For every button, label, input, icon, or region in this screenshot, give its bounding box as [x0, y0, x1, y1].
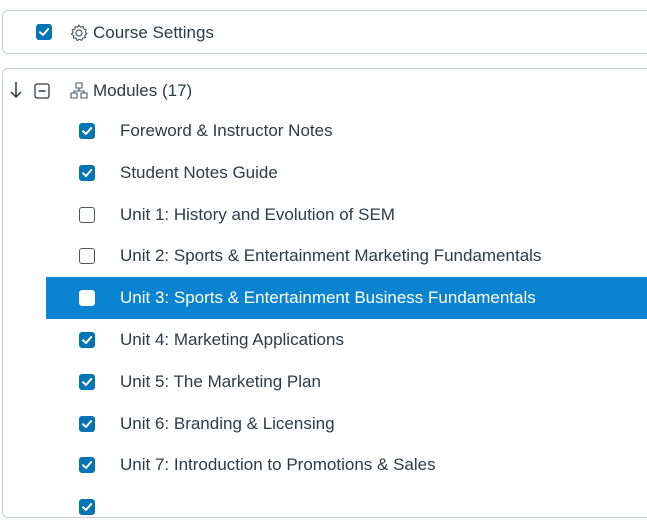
module-checkbox[interactable]: [79, 415, 95, 432]
checkmark-icon: [82, 336, 93, 344]
module-row[interactable]: [46, 486, 647, 528]
gear-icon: [69, 23, 89, 48]
arrow-down-icon[interactable]: [9, 79, 23, 106]
module-checkbox[interactable]: [79, 499, 95, 516]
checkmark-icon: [39, 28, 50, 36]
checkmark-icon: [82, 168, 93, 177]
checkmark-icon: [82, 377, 93, 386]
module-label: Foreword & Instructor Notes: [120, 121, 333, 140]
module-checkbox[interactable]: [79, 332, 95, 348]
module-label: Unit 5: The Marketing Plan: [120, 371, 321, 391]
module-checkbox[interactable]: [79, 123, 95, 139]
module-label: Unit 1: History and Evolution of SEM: [120, 204, 395, 224]
module-row[interactable]: Unit 5: The Marketing Plan: [46, 361, 647, 403]
module-row[interactable]: Unit 6: Branding & Licensing: [46, 403, 647, 445]
module-row[interactable]: Unit 1: History and Evolution of SEM: [46, 194, 647, 236]
checkmark-icon: [82, 503, 93, 512]
module-checkbox[interactable]: [79, 164, 95, 181]
module-label: Student Notes Guide: [120, 162, 278, 182]
module-row[interactable]: Unit 7: Introduction to Promotions & Sal…: [46, 444, 647, 486]
module-row[interactable]: Unit 2: Sports & Entertainment Marketing…: [46, 235, 647, 277]
module-label: Unit 4: Marketing Applications: [120, 330, 344, 349]
module-row[interactable]: Foreword & Instructor Notes: [46, 110, 647, 152]
collapse-icon[interactable]: [34, 83, 50, 104]
modules-label: Modules (17): [93, 81, 193, 100]
checkmark-icon: [82, 127, 93, 135]
checkmark-icon: [82, 461, 93, 470]
module-row[interactable]: Unit 4: Marketing Applications: [46, 319, 647, 361]
module-checkbox[interactable]: [79, 248, 95, 265]
module-label: Unit 6: Branding & Licensing: [120, 413, 335, 433]
checkmark-icon: [82, 419, 93, 428]
module-row[interactable]: Student Notes Guide: [46, 152, 647, 194]
course-settings-checkbox[interactable]: [36, 24, 52, 40]
module-checkbox[interactable]: [79, 206, 95, 223]
module-label: Unit 2: Sports & Entertainment Marketing…: [120, 246, 542, 266]
course-settings-panel: Course Settings: [2, 10, 647, 54]
module-row[interactable]: Unit 3: Sports & Entertainment Business …: [46, 277, 647, 320]
module-checkbox[interactable]: [79, 290, 95, 307]
module-checkbox[interactable]: [79, 373, 95, 390]
module-label: Unit 3: Sports & Entertainment Business …: [120, 288, 536, 308]
course-settings-label: Course Settings: [93, 23, 214, 42]
modules-icon: [69, 81, 89, 106]
module-label: Unit 7: Introduction to Promotions & Sal…: [120, 455, 436, 475]
module-checkbox[interactable]: [79, 457, 95, 474]
